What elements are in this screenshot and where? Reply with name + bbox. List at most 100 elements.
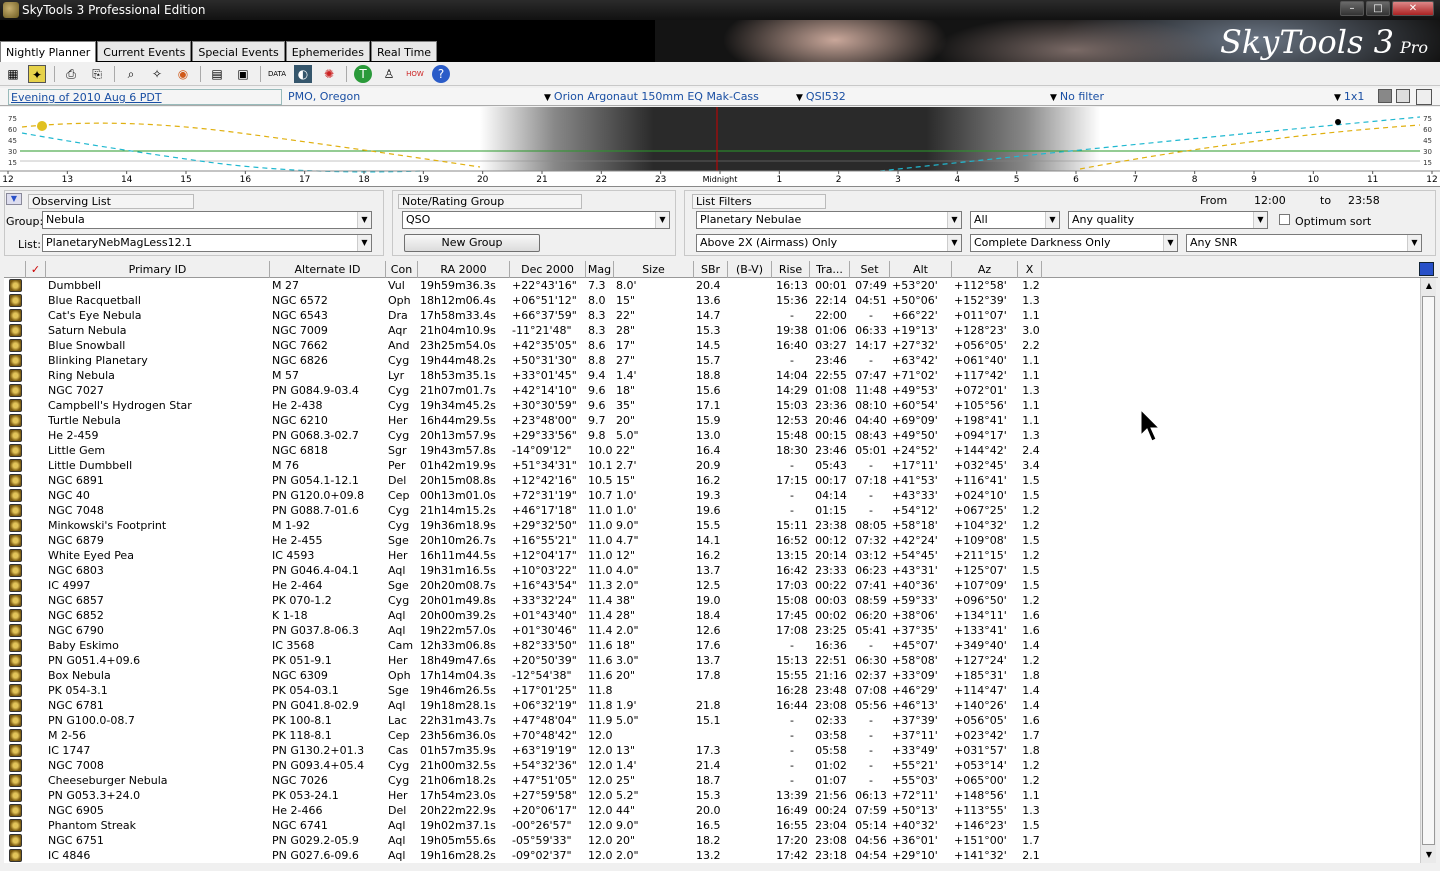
filter-selector[interactable]: No filter — [1060, 90, 1104, 103]
data-icon[interactable]: DATA — [268, 65, 286, 83]
column-header[interactable]: ✓ — [26, 261, 46, 278]
date-selector[interactable]: Evening of 2010 Aug 6 PDT — [8, 89, 282, 105]
table-row[interactable]: NGC 7048 PN G088.7-01.6 Cyg 21h14m15.2s +46°… — [4, 503, 1420, 518]
table-row[interactable]: NGC 6852 K 1-18 Aql 20h00m39.2s +01°43'40" 11… — [4, 608, 1420, 623]
table-row[interactable]: NGC 40 PN G120.0+09.8 Cep 00h13m01.0s +72°31… — [4, 488, 1420, 503]
list-select[interactable]: PlanetaryNebMagLess12.1 ▼ — [42, 234, 372, 252]
camera-selector[interactable]: QSI532 — [806, 90, 846, 103]
table-row[interactable]: Little Gem NGC 6818 Sgr 19h43m57.8s -14°09'1… — [4, 443, 1420, 458]
settings-icon[interactable] — [1416, 89, 1432, 105]
from-time[interactable]: 12:00 — [1254, 194, 1286, 207]
object-type-icon[interactable] — [9, 729, 22, 742]
layout-dropdown-icon[interactable]: ▼ — [1334, 93, 1341, 103]
table-row[interactable]: Blue Racquetball NGC 6572 Oph 18h12m06.4s +0… — [4, 293, 1420, 308]
airmass-select[interactable]: Above 2X (Airmass) Only ▼ — [696, 234, 962, 252]
table-row[interactable]: He 2-459 PN G068.3-02.7 Cyg 20h13m57.9s +29°… — [4, 428, 1420, 443]
object-type-icon[interactable] — [9, 834, 22, 847]
table-row[interactable]: NGC 6857 PK 070-1.2 Cyg 20h01m49.8s +33°32'2… — [4, 593, 1420, 608]
object-type-icon[interactable] — [9, 534, 22, 547]
object-type-icon[interactable] — [9, 849, 22, 862]
telescope-selector[interactable]: Orion Argonaut 150mm EQ Mak-Cass — [554, 90, 759, 103]
table-row[interactable]: PN G100.0-08.7 PK 100-8.1 Lac 22h31m43.7s +4… — [4, 713, 1420, 728]
object-type-icon[interactable] — [9, 759, 22, 772]
new-group-button[interactable]: New Group — [404, 234, 540, 252]
table-row[interactable]: NGC 6803 PN G046.4-04.1 Aql 19h31m16.5s +10°… — [4, 563, 1420, 578]
night-graph[interactable]: 12 13 14 15 16 17 18 19 20 21 22 23 Midnight 1 2 3 4 5 6 7 8… — [0, 107, 1440, 187]
object-type-icon[interactable] — [9, 669, 22, 682]
object-type-icon[interactable] — [9, 504, 22, 517]
object-type-icon[interactable] — [9, 414, 22, 427]
object-type-icon[interactable] — [9, 804, 22, 817]
column-header[interactable]: X — [1018, 261, 1042, 278]
observer-icon[interactable]: ♙ — [380, 65, 398, 83]
object-type-icon[interactable] — [9, 639, 22, 652]
object-type-icon[interactable] — [9, 444, 22, 457]
print-icon[interactable]: ⎙ — [62, 65, 80, 83]
object-type-icon[interactable] — [9, 789, 22, 802]
column-header[interactable]: Size — [614, 261, 694, 278]
tab-current-events[interactable]: Current Events — [97, 41, 192, 61]
object-type-icon[interactable] — [9, 279, 22, 292]
object-type-icon[interactable] — [9, 459, 22, 472]
scroll-thumb[interactable] — [1422, 296, 1435, 845]
darkness-select[interactable]: Complete Darkness Only ▼ — [970, 234, 1178, 252]
table-row[interactable]: Saturn Nebula NGC 7009 Aqr 21h04m10.9s -11°2… — [4, 323, 1420, 338]
table-row[interactable]: PK 054-3.1 PK 054-03.1 Sge 19h46m26.5s +17°0… — [4, 683, 1420, 698]
column-header[interactable]: Rise — [772, 261, 810, 278]
column-header[interactable]: SBr — [694, 261, 728, 278]
optimum-sort-checkbox[interactable] — [1279, 214, 1290, 225]
chart-icon[interactable]: ▦ — [4, 65, 22, 83]
column-header[interactable]: Mag — [586, 261, 614, 278]
print-multi-icon[interactable]: ⎘ — [88, 65, 106, 83]
object-type-icon[interactable] — [9, 699, 22, 712]
object-type-icon[interactable] — [9, 324, 22, 337]
object-type-select[interactable]: Planetary Nebulae ▼ — [696, 211, 962, 229]
column-header[interactable]: Dec 2000 — [510, 261, 586, 278]
constellation-select[interactable]: All ▼ — [970, 211, 1060, 229]
object-type-icon[interactable] — [9, 609, 22, 622]
to-time[interactable]: 23:58 — [1348, 194, 1380, 207]
table-row[interactable]: Minkowski's Footprint M 1-92 Cyg 19h36m18.9… — [4, 518, 1420, 533]
table-row[interactable]: NGC 6781 PN G041.8-02.9 Aql 19h18m28.1s +06°… — [4, 698, 1420, 713]
column-header[interactable]: (B-V) — [728, 261, 772, 278]
find-object-icon[interactable]: ✧ — [148, 65, 166, 83]
table-row[interactable]: NGC 7027 PN G084.9-03.4 Cyg 21h07m01.7s +42°… — [4, 383, 1420, 398]
table-row[interactable]: Phantom Streak NGC 6741 Aql 19h02m37.1s -00°… — [4, 818, 1420, 833]
filter-dropdown-icon[interactable]: ▼ — [1050, 93, 1057, 103]
object-type-icon[interactable] — [9, 354, 22, 367]
report-icon[interactable]: ▣ — [234, 65, 252, 83]
column-header[interactable]: Con — [386, 261, 418, 278]
table-row[interactable]: Baby Eskimo IC 3568 Cam 12h33m06.8s +82°33'5… — [4, 638, 1420, 653]
view-toggle-icon[interactable] — [1378, 89, 1392, 103]
image-icon[interactable]: ◐ — [294, 65, 312, 83]
minimize-button[interactable]: – — [1340, 1, 1364, 16]
column-header[interactable]: Az — [952, 261, 1018, 278]
sun-icon[interactable]: ✺ — [320, 65, 338, 83]
column-header[interactable]: Alternate ID — [270, 261, 386, 278]
scroll-up-icon[interactable]: ▲ — [1421, 278, 1437, 294]
table-row[interactable]: Box Nebula NGC 6309 Oph 17h14m04.3s -12°54'3… — [4, 668, 1420, 683]
table-row[interactable]: Little Dumbbell M 76 Per 01h42m19.9s +51°34'… — [4, 458, 1420, 473]
object-type-icon[interactable] — [9, 579, 22, 592]
scroll-down-icon[interactable]: ▼ — [1421, 847, 1437, 863]
object-type-icon[interactable] — [9, 474, 22, 487]
table-row[interactable]: Cat's Eye Nebula NGC 6543 Dra 17h58m33.4s +6… — [4, 308, 1420, 323]
table-row[interactable]: Blinking Planetary NGC 6826 Cyg 19h44m48.2s… — [4, 353, 1420, 368]
table-row[interactable]: Ring Nebula M 57 Lyr 18h53m35.1s +33°01'45" 9… — [4, 368, 1420, 383]
object-type-icon[interactable] — [9, 774, 22, 787]
object-type-icon[interactable] — [9, 489, 22, 502]
column-header[interactable]: Set — [850, 261, 890, 278]
object-type-icon[interactable] — [9, 384, 22, 397]
object-type-icon[interactable] — [9, 339, 22, 352]
maximize-button[interactable]: □ — [1366, 1, 1390, 16]
table-row[interactable]: Cheeseburger Nebula NGC 7026 Cyg 21h06m18.2… — [4, 773, 1420, 788]
camera-dropdown-icon[interactable]: ▼ — [796, 93, 803, 103]
table-row[interactable]: M 2-56 PK 118-8.1 Cep 23h56m36.0s +70°48'42"… — [4, 728, 1420, 743]
object-type-icon[interactable] — [9, 369, 22, 382]
tab-nightly-planner[interactable]: Nightly Planner — [0, 41, 97, 62]
table-row[interactable]: PN G053.3+24.0 PK 053-24.1 Her 17h54m23.0s +… — [4, 788, 1420, 803]
column-header[interactable]: Tra... — [810, 261, 850, 278]
table-row[interactable]: PN G051.4+09.6 PK 051-9.1 Her 18h49m47.6s +2… — [4, 653, 1420, 668]
quality-select[interactable]: Any quality ▼ — [1068, 211, 1268, 229]
column-header[interactable]: RA 2000 — [418, 261, 510, 278]
